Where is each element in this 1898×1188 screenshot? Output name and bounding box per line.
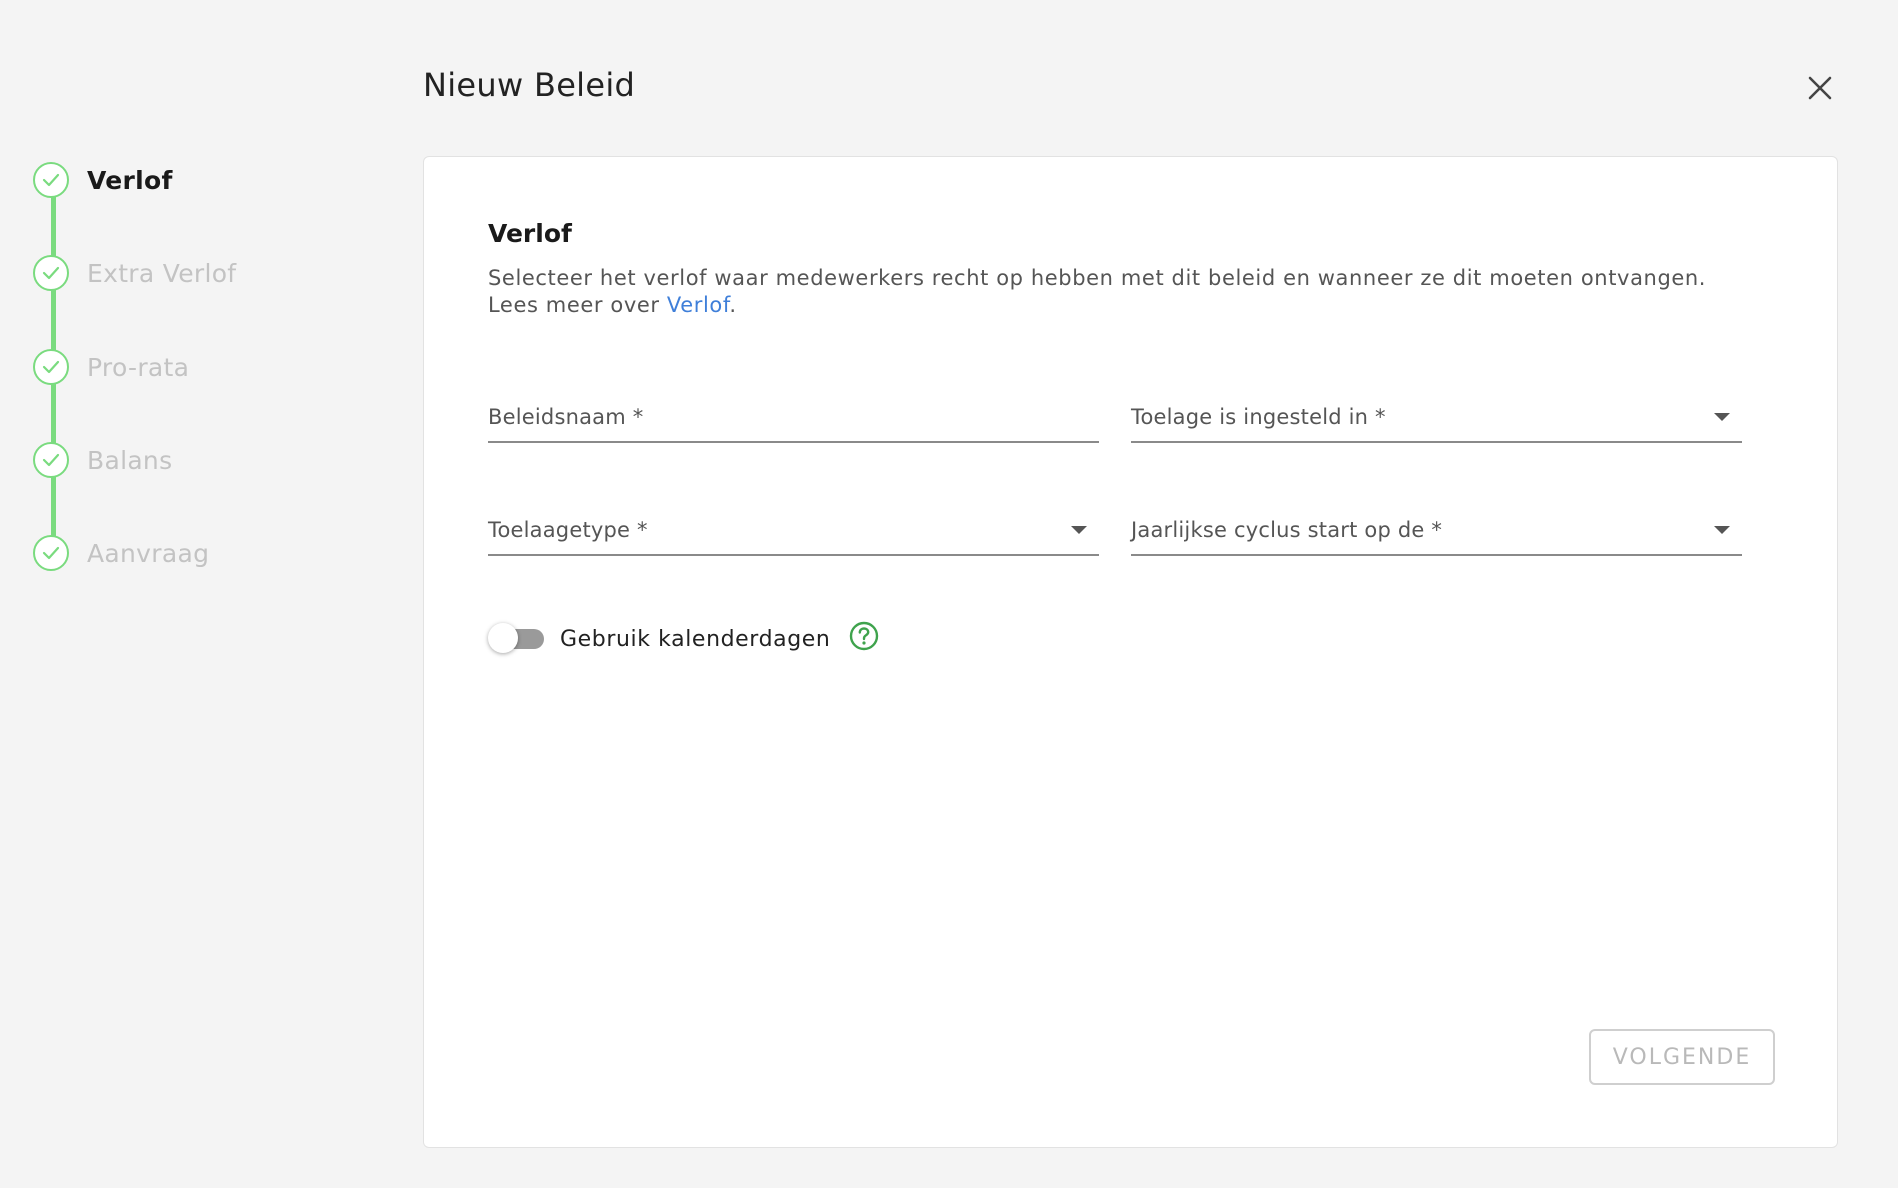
step-verlof[interactable]: Verlof <box>33 160 173 200</box>
step-label: Pro-rata <box>87 352 190 382</box>
policy-name-field[interactable]: Beleidsnaam * <box>488 387 1099 443</box>
description-end: . <box>729 293 737 317</box>
step-pro-rata[interactable]: Pro-rata <box>33 347 189 387</box>
annual-cycle-label: Jaarlijkse cyclus start op de * <box>1131 518 1443 542</box>
form-card: Verlof Selecteer het verlof waar medewer… <box>423 156 1838 1148</box>
close-button[interactable] <box>1800 70 1840 110</box>
dropdown-arrow-icon <box>1071 526 1087 534</box>
check-icon <box>33 442 69 478</box>
verlof-link[interactable]: Verlof <box>667 293 729 317</box>
step-label: Balans <box>87 445 173 475</box>
calendar-days-label: Gebruik kalenderdagen <box>560 626 831 652</box>
allowance-unit-label: Toelage is ingesteld in * <box>1131 405 1386 429</box>
step-extra-verlof[interactable]: Extra Verlof <box>33 253 236 293</box>
section-description: Selecteer het verlof waar medewerkers re… <box>488 265 1748 319</box>
dropdown-arrow-icon <box>1714 413 1730 421</box>
step-label: Verlof <box>87 165 173 195</box>
calendar-days-toggle[interactable] <box>488 622 546 656</box>
allowance-type-select[interactable]: Toelaagetype * <box>488 500 1099 556</box>
allowance-type-label: Toelaagetype * <box>488 518 648 542</box>
check-icon <box>33 535 69 571</box>
annual-cycle-select[interactable]: Jaarlijkse cyclus start op de * <box>1131 500 1742 556</box>
check-icon <box>33 162 69 198</box>
section-title: Verlof <box>488 219 572 248</box>
toggle-knob <box>488 623 518 653</box>
dropdown-arrow-icon <box>1714 526 1730 534</box>
step-label: Aanvraag <box>87 538 210 568</box>
step-label: Extra Verlof <box>87 258 237 288</box>
check-icon <box>33 349 69 385</box>
close-icon <box>1807 75 1833 105</box>
next-button[interactable]: VOLGENDE <box>1589 1029 1775 1085</box>
step-aanvraag[interactable]: Aanvraag <box>33 533 209 573</box>
allowance-unit-select[interactable]: Toelage is ingesteld in * <box>1131 387 1742 443</box>
check-icon <box>33 255 69 291</box>
policy-name-label: Beleidsnaam * <box>488 405 644 429</box>
step-balans[interactable]: Balans <box>33 440 172 480</box>
page-title: Nieuw Beleid <box>423 66 636 104</box>
new-policy-page: Verlof Extra Verlof Pro-rata Balans Aanv <box>0 0 1898 1188</box>
help-circle-icon[interactable] <box>848 620 880 652</box>
calendar-days-toggle-row: Gebruik kalenderdagen <box>488 617 880 661</box>
